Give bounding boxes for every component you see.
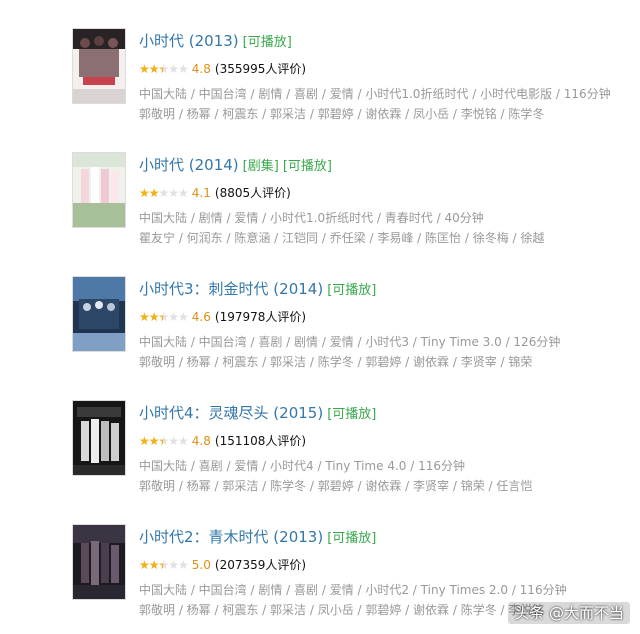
movie-meta: 中国大陆 / 中国台湾 / 喜剧 / 剧情 / 爱情 / 小时代3 / Tiny… <box>139 335 561 349</box>
movie-poster[interactable] <box>72 152 126 228</box>
search-results-list: 小时代 (2013)[可播放] ★★★★★★★★★★4.8(355995人评价)… <box>0 0 640 634</box>
result-item: 小时代3：刺金时代 (2014) [可播放] ★★★★★★★★★★4.6(1979… <box>0 276 640 396</box>
movie-poster[interactable] <box>72 28 126 104</box>
title-row: 小时代2：青木时代 (2013) [可播放] <box>139 526 376 548</box>
movie-title-link[interactable]: 小时代4：灵魂尽头 (2015) <box>139 404 323 422</box>
watermark: 头条 @大而不当 <box>508 602 630 624</box>
movie-meta: 中国大陆 / 中国台湾 / 剧情 / 喜剧 / 爱情 / 小时代2 / Tiny… <box>139 583 567 597</box>
movie-title-link[interactable]: 小时代 (2014) <box>139 156 239 174</box>
result-item: 小时代4：灵魂尽头 (2015) [可播放] ★★★★★★★★★★4.8(1511… <box>0 400 640 520</box>
movie-cast: 瞿友宁 / 何润东 / 陈意涵 / 江铠同 / 乔任梁 / 李易峰 / 陈匡怡 … <box>139 231 545 245</box>
rating-stars: ★★★★★★★★★★ <box>139 62 189 76</box>
playable-tag[interactable]: [可播放] <box>327 283 376 298</box>
poster-image <box>73 525 125 599</box>
movie-cast: 郭敬明 / 杨幂 / 柯震东 / 郭采洁 / 陈学冬 / 郭碧婷 / 谢依霖 /… <box>139 355 533 369</box>
title-row: 小时代 (2014) [剧集] [可播放] <box>139 154 332 176</box>
rating-stars: ★★★★★★★★★★ <box>139 186 189 200</box>
rating-score: 4.8 <box>191 62 211 76</box>
title-row: 小时代 (2013) [可播放] <box>139 30 292 52</box>
rating-stars: ★★★★★★★★★★ <box>139 558 189 572</box>
rating-score: 4.6 <box>191 310 211 324</box>
movie-meta: 中国大陆 / 喜剧 / 爱情 / 小时代4 / Tiny Time 4.0 / … <box>139 459 465 473</box>
poster-image <box>73 277 125 351</box>
playable-tag[interactable]: [可播放] <box>283 159 332 174</box>
poster-image <box>73 29 125 103</box>
movie-cast: 郭敬明 / 杨幂 / 郭采洁 / 陈学冬 / 郭碧婷 / 谢依霖 / 李贤宰 /… <box>139 479 533 493</box>
rating-row: ★★★★★★★★★★4.8(151108人评价) <box>139 432 306 450</box>
rating-votes: (355995人评价) <box>214 62 307 76</box>
rating-stars: ★★★★★★★★★★ <box>139 434 189 448</box>
title-row: 小时代4：灵魂尽头 (2015) [可播放] <box>139 402 376 424</box>
playable-tag[interactable]: [可播放] <box>327 531 376 546</box>
result-item: 小时代 (2014) [剧集] [可播放] ★★★★★★★★★★4.1(8805人评… <box>0 152 640 272</box>
movie-title-link[interactable]: 小时代2：青木时代 (2013) <box>139 528 323 546</box>
rating-score: 4.8 <box>191 434 211 448</box>
rating-votes: (197978人评价) <box>214 310 307 324</box>
rating-row: ★★★★★★★★★★4.1(8805人评价) <box>139 184 291 202</box>
movie-meta: 中国大陆 / 剧情 / 爱情 / 小时代1.0折纸时代 / 青春时代 / 40分… <box>139 211 484 225</box>
movie-poster[interactable] <box>72 524 126 600</box>
rating-row: ★★★★★★★★★★4.8(355995人评价) <box>139 60 306 78</box>
rating-score: 5.0 <box>191 558 211 572</box>
rating-row: ★★★★★★★★★★5.0(207359人评价) <box>139 556 306 574</box>
movie-poster[interactable] <box>72 276 126 352</box>
movie-poster[interactable] <box>72 400 126 476</box>
playable-tag[interactable]: [可播放] <box>243 35 292 50</box>
rating-votes: (8805人评价) <box>214 186 291 200</box>
movie-cast: 郭敬明 / 杨幂 / 柯震东 / 郭采洁 / 凤小岳 / 郭碧婷 / 谢依霖 /… <box>139 603 545 617</box>
rating-votes: (151108人评价) <box>214 434 307 448</box>
poster-image <box>73 153 125 227</box>
poster-image <box>73 401 125 475</box>
rating-stars: ★★★★★★★★★★ <box>139 310 189 324</box>
movie-title-link[interactable]: 小时代 (2013) <box>139 32 239 50</box>
title-row: 小时代3：刺金时代 (2014) [可播放] <box>139 278 376 300</box>
rating-row: ★★★★★★★★★★4.6(197978人评价) <box>139 308 306 326</box>
series-tag[interactable]: [剧集] <box>243 159 279 174</box>
playable-tag[interactable]: [可播放] <box>327 407 376 422</box>
movie-meta: 中国大陆 / 中国台湾 / 剧情 / 喜剧 / 爱情 / 小时代1.0折纸时代 … <box>139 87 611 101</box>
movie-cast: 郭敬明 / 杨幂 / 柯震东 / 郭采洁 / 郭碧婷 / 谢依霖 / 凤小岳 /… <box>139 107 545 121</box>
movie-title-link[interactable]: 小时代3：刺金时代 (2014) <box>139 280 323 298</box>
rating-votes: (207359人评价) <box>214 558 307 572</box>
result-item: 小时代 (2013) [可播放] ★★★★★★★★★★4.8(355995人评价)… <box>0 28 640 148</box>
rating-score: 4.1 <box>191 186 211 200</box>
